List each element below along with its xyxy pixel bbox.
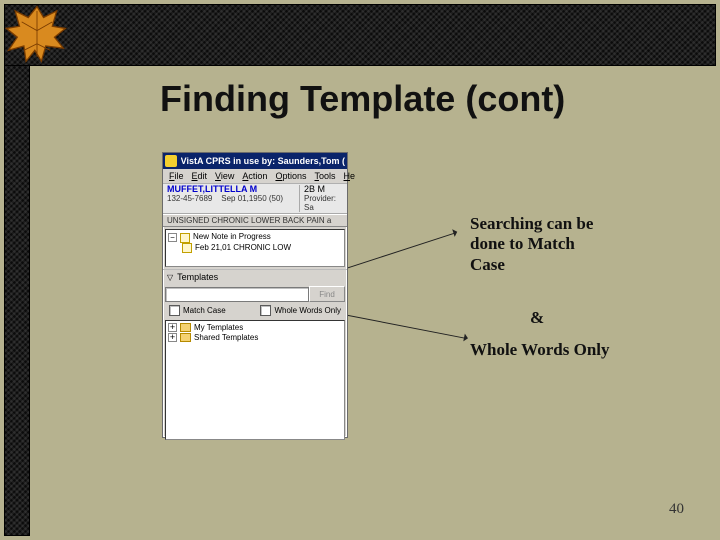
templates-header[interactable]: ▽ Templates — [163, 269, 347, 284]
chevron-down-icon: ▽ — [167, 273, 173, 282]
template-list: + My Templates + Shared Templates — [165, 320, 345, 440]
templates-label: Templates — [177, 272, 218, 282]
tree-row-chronic[interactable]: Feb 21,01 CHRONIC LOW — [168, 243, 342, 253]
expand-icon[interactable]: + — [168, 323, 177, 332]
maple-leaf-icon — [2, 0, 72, 70]
tree-row-new-note[interactable]: − New Note in Progress — [168, 232, 342, 242]
app-icon — [165, 155, 177, 167]
notes-tree: − New Note in Progress Feb 21,01 CHRONIC… — [165, 229, 345, 267]
app-title-text: VistA CPRS in use by: Saunders,Tom (1 — [181, 156, 345, 166]
cprs-app-window: VistA CPRS in use by: Saunders,Tom (1 Fi… — [162, 152, 348, 438]
menu-options[interactable]: Options — [275, 171, 306, 181]
annotation-match-case: Searching can be done to Match Case — [470, 214, 610, 275]
folder-icon — [180, 333, 191, 342]
top-texture-band — [4, 4, 716, 66]
slide-title: Finding Template (cont) — [160, 78, 565, 120]
patient-dob: Sep 01,1950 (50) — [221, 194, 283, 203]
menu-view[interactable]: View — [215, 171, 234, 181]
note-icon — [180, 233, 190, 243]
slide-body — [30, 66, 716, 536]
note-section-header: UNSIGNED CHRONIC LOWER BACK PAIN a — [163, 214, 347, 227]
menu-edit[interactable]: Edit — [192, 171, 208, 181]
collapse-icon[interactable]: − — [168, 233, 177, 242]
patient-bar: MUFFET,LITTELLA M 132-45-7689 Sep 01,195… — [163, 184, 347, 214]
annotation-whole-words: Whole Words Only — [470, 340, 610, 360]
note-icon — [182, 243, 192, 253]
menu-action[interactable]: Action — [242, 171, 267, 181]
tree-label: New Note in Progress — [193, 232, 271, 242]
template-item-my[interactable]: + My Templates — [168, 323, 342, 333]
folder-icon — [180, 323, 191, 332]
whole-words-checkbox[interactable] — [260, 305, 271, 316]
side-texture-band — [4, 4, 30, 536]
menu-tools[interactable]: Tools — [314, 171, 335, 181]
patient-ssn: 132-45-7689 — [167, 194, 212, 203]
app-titlebar: VistA CPRS in use by: Saunders,Tom (1 — [163, 153, 347, 169]
template-item-shared[interactable]: + Shared Templates — [168, 333, 342, 343]
whole-words-label: Whole Words Only — [274, 306, 341, 315]
annotation-ampersand: & — [530, 308, 570, 328]
match-case-label: Match Case — [183, 306, 226, 315]
tree-label: Feb 21,01 CHRONIC LOW — [195, 243, 291, 253]
template-search-input[interactable] — [165, 287, 309, 302]
menu-file[interactable]: File — [169, 171, 184, 181]
match-case-checkbox[interactable] — [169, 305, 180, 316]
slide-number: 40 — [669, 501, 684, 518]
menubar: File Edit View Action Options Tools He — [163, 169, 347, 184]
template-item-label: My Templates — [194, 323, 243, 332]
expand-icon[interactable]: + — [168, 333, 177, 342]
patient-provider: Provider: Sa — [304, 195, 343, 213]
find-button[interactable]: Find — [309, 286, 345, 302]
menu-help[interactable]: He — [344, 171, 356, 181]
template-item-label: Shared Templates — [194, 333, 258, 342]
